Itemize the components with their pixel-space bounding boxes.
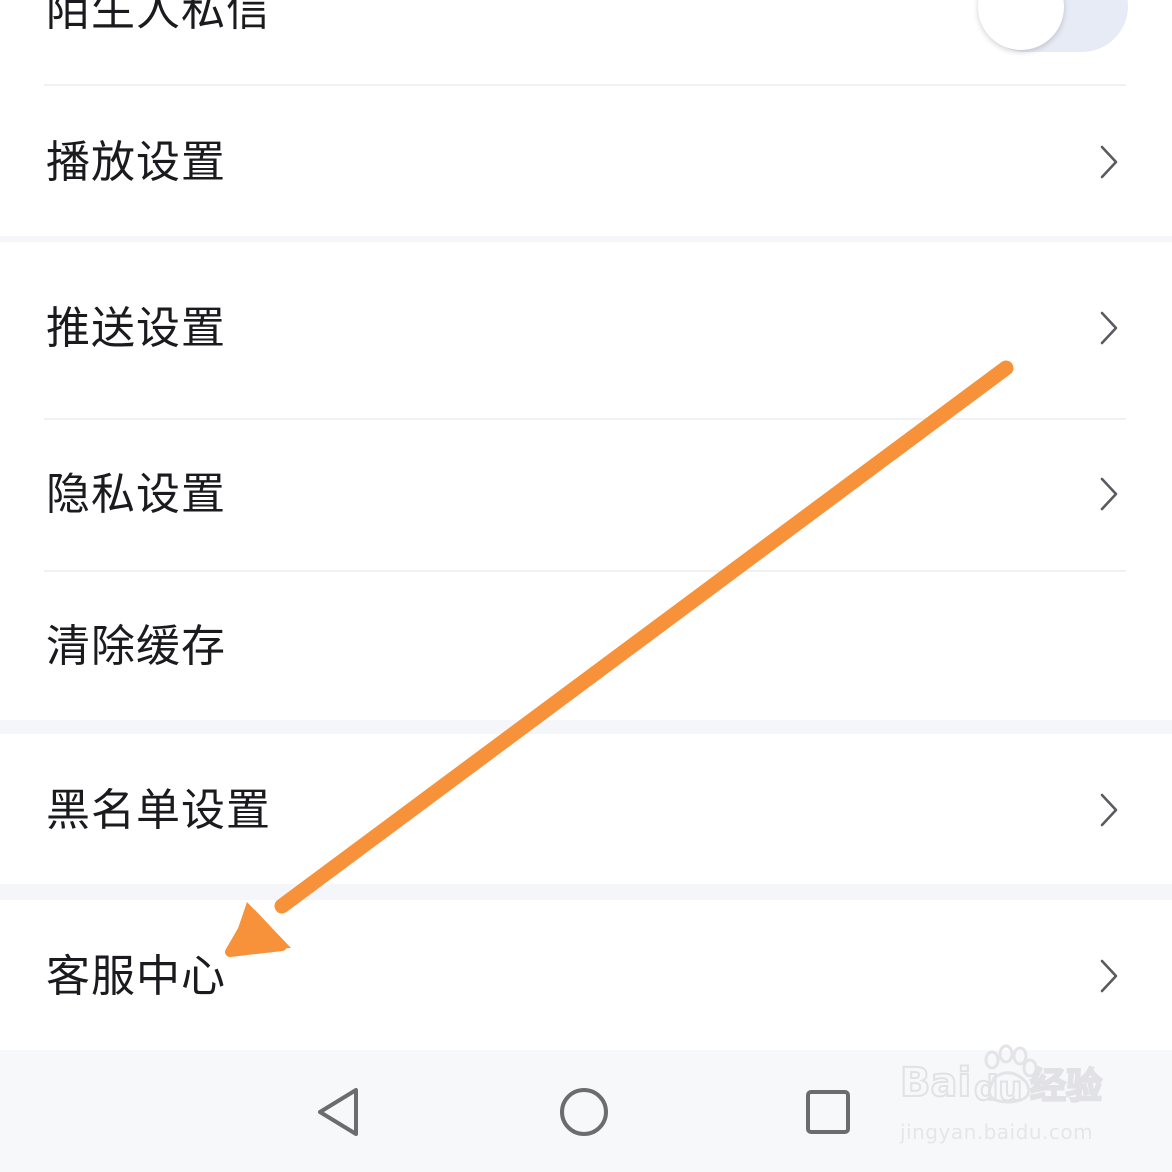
privacy-settings-label: 隐私设置 (46, 469, 226, 520)
settings-row-stranger-message: 陌生人私信 (0, 0, 1172, 84)
stranger-message-label: 陌生人私信 (46, 0, 271, 36)
settings-row-playback[interactable]: 播放设置 (0, 86, 1172, 236)
section-gap (0, 884, 1172, 900)
playback-settings-label: 播放设置 (46, 137, 226, 188)
settings-row-blacklist[interactable]: 黑名单设置 (0, 734, 1172, 884)
settings-screen: 陌生人私信 播放设置 推送设置 隐私设置 清除缓存 黑名单设置 客服中心 Bai… (0, 0, 1172, 1172)
settings-row-privacy[interactable]: 隐私设置 (0, 420, 1172, 570)
chevron-right-icon (1100, 311, 1118, 345)
recent-apps-icon[interactable] (798, 1082, 858, 1142)
settings-row-push[interactable]: 推送设置 (0, 242, 1172, 418)
chevron-right-icon (1100, 145, 1118, 179)
settings-row-clear-cache[interactable]: 清除缓存 (0, 572, 1172, 720)
clear-cache-label: 清除缓存 (46, 621, 226, 672)
home-icon[interactable] (554, 1082, 614, 1142)
customer-service-label: 客服中心 (46, 951, 226, 1002)
chevron-right-icon (1100, 959, 1118, 993)
system-navigation-bar (0, 1050, 1172, 1172)
back-icon[interactable] (308, 1082, 368, 1142)
chevron-right-icon (1100, 477, 1118, 511)
watermark-url: jingyan.baidu.com (900, 1120, 1094, 1144)
chevron-right-icon (1100, 793, 1118, 827)
blacklist-settings-label: 黑名单设置 (46, 785, 271, 836)
push-settings-label: 推送设置 (46, 303, 226, 354)
section-gap (0, 720, 1172, 734)
settings-row-customer-service[interactable]: 客服中心 (0, 900, 1172, 1050)
